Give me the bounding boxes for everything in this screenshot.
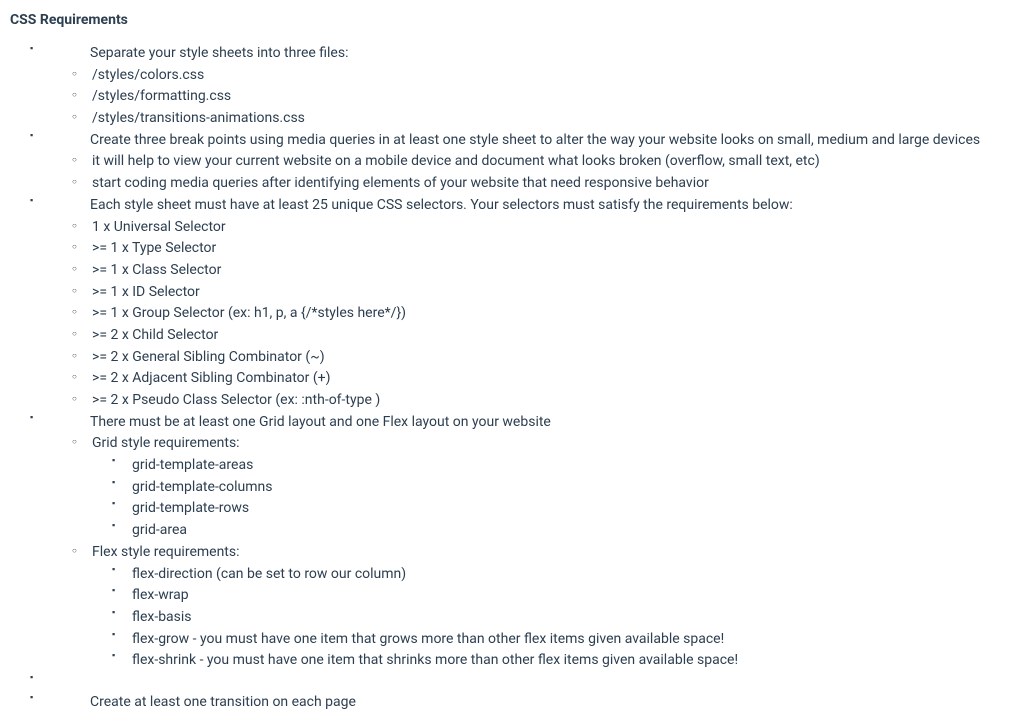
- list-item: 1 x Universal Selector: [72, 217, 1023, 239]
- list-item: >= 2 x Child Selector: [72, 325, 1023, 347]
- list-item: flex-wrap: [112, 585, 1023, 607]
- list-item: grid-template-areas: [112, 455, 1023, 477]
- list-item: flex-direction (can be set to row our co…: [112, 564, 1023, 586]
- list-item-text: grid-template-areas: [132, 457, 253, 473]
- sublist: flex-direction (can be set to row our co…: [92, 564, 1023, 672]
- list-item-text: Separate your style sheets into three fi…: [90, 45, 348, 61]
- list-item-text: grid-template-columns: [132, 479, 272, 495]
- sublist: /styles/colors.css /styles/formatting.cs…: [72, 65, 1023, 130]
- list-item: Create three break points using media qu…: [30, 130, 1023, 195]
- list-item: >= 2 x Pseudo Class Selector (ex: :nth-o…: [72, 390, 1023, 412]
- list-item-empty: [30, 672, 1023, 692]
- list-item: /styles/formatting.css: [72, 86, 1023, 108]
- list-item-text: >= 2 x Adjacent Sibling Combinator (+): [92, 370, 330, 386]
- list-item-text: 1 x Universal Selector: [92, 219, 226, 235]
- list-item-text: flex-wrap: [132, 587, 189, 603]
- list-item: it will help to view your current websit…: [72, 151, 1023, 173]
- list-item-text: Each style sheet must have at least 25 u…: [90, 197, 793, 213]
- list-item-text: flex-grow - you must have one item that …: [132, 631, 724, 647]
- list-item: Grid style requirements: grid-template-a…: [72, 433, 1023, 541]
- list-item-text: Grid style requirements:: [92, 435, 240, 451]
- list-item: >= 2 x Adjacent Sibling Combinator (+): [72, 368, 1023, 390]
- list-item: There must be at least one Grid layout a…: [30, 412, 1023, 672]
- list-item: grid-area: [112, 520, 1023, 542]
- list-item-text: >= 1 x ID Selector: [92, 284, 200, 300]
- list-item: Create at least one transition on each p…: [30, 692, 1023, 714]
- list-item-text: /styles/colors.css: [92, 67, 204, 83]
- list-item-text: >= 2 x Child Selector: [92, 327, 218, 343]
- list-item: /styles/colors.css: [72, 65, 1023, 87]
- list-item: flex-shrink - you must have one item tha…: [112, 650, 1023, 672]
- list-item: Flex style requirements: flex-direction …: [72, 542, 1023, 672]
- list-item-text: >= 2 x Pseudo Class Selector (ex: :nth-o…: [92, 392, 380, 408]
- list-item-text: >= 2 x General Sibling Combinator (~): [92, 349, 325, 365]
- list-item: >= 1 x Class Selector: [72, 260, 1023, 282]
- list-item: flex-grow - you must have one item that …: [112, 629, 1023, 651]
- list-item: grid-template-columns: [112, 477, 1023, 499]
- list-item: >= 2 x General Sibling Combinator (~): [72, 347, 1023, 369]
- list-item-text: >= 1 x Group Selector (ex: h1, p, a {/*s…: [92, 305, 406, 321]
- requirements-list: Separate your style sheets into three fi…: [10, 43, 1023, 714]
- list-item-text: >= 1 x Type Selector: [92, 240, 216, 256]
- list-item-text: Flex style requirements:: [92, 544, 240, 560]
- list-item: grid-template-rows: [112, 498, 1023, 520]
- section-heading: CSS Requirements: [10, 10, 1023, 31]
- list-item-text: grid-area: [132, 522, 187, 538]
- list-item: >= 1 x Group Selector (ex: h1, p, a {/*s…: [72, 303, 1023, 325]
- list-item-text: it will help to view your current websit…: [92, 153, 820, 169]
- list-item-text: Create three break points using media qu…: [90, 132, 980, 148]
- list-item: Separate your style sheets into three fi…: [30, 43, 1023, 130]
- list-item-text: flex-shrink - you must have one item tha…: [132, 652, 738, 668]
- sublist: Grid style requirements: grid-template-a…: [72, 433, 1023, 672]
- sublist: 1 x Universal Selector >= 1 x Type Selec…: [72, 217, 1023, 412]
- sublist: grid-template-areas grid-template-column…: [92, 455, 1023, 542]
- list-item: Each style sheet must have at least 25 u…: [30, 195, 1023, 412]
- list-item-text: >= 1 x Class Selector: [92, 262, 221, 278]
- list-item: flex-basis: [112, 607, 1023, 629]
- list-item-text: /styles/formatting.css: [92, 88, 231, 104]
- list-item-text: /styles/transitions-animations.css: [92, 110, 305, 126]
- list-item: start coding media queries after identif…: [72, 173, 1023, 195]
- list-item: /styles/transitions-animations.css: [72, 108, 1023, 130]
- list-item: >= 1 x ID Selector: [72, 282, 1023, 304]
- list-item-text: Create at least one transition on each p…: [90, 694, 356, 710]
- list-item-text: flex-basis: [132, 609, 192, 625]
- list-item-text: There must be at least one Grid layout a…: [90, 414, 551, 430]
- list-item: >= 1 x Type Selector: [72, 238, 1023, 260]
- list-item-text: flex-direction (can be set to row our co…: [132, 566, 406, 582]
- list-item-text: grid-template-rows: [132, 500, 249, 516]
- list-item-text: start coding media queries after identif…: [92, 175, 709, 191]
- sublist: it will help to view your current websit…: [72, 151, 1023, 194]
